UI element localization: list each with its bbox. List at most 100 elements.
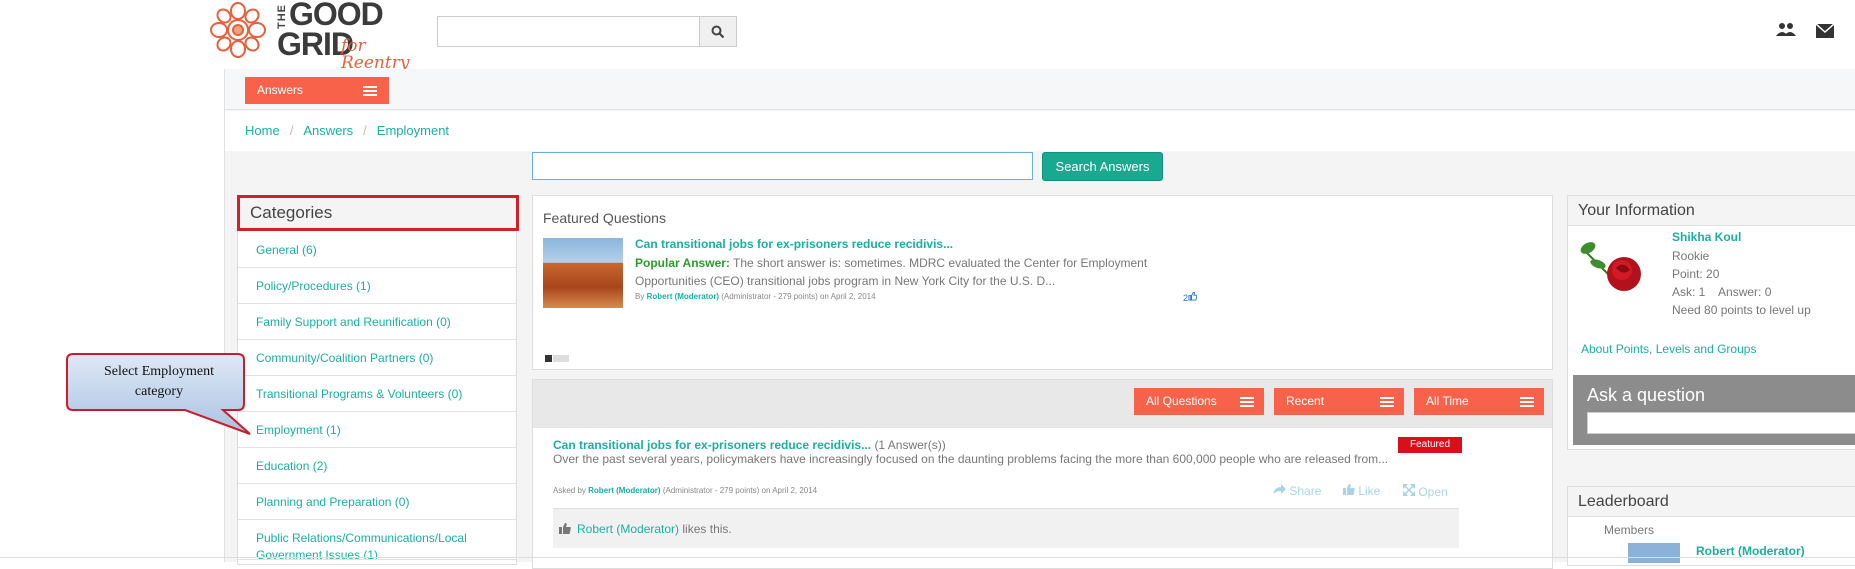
popular-answer-label: Popular Answer: <box>635 256 730 270</box>
thumbs-up-icon <box>1343 484 1355 495</box>
about-points-link[interactable]: About Points <box>1581 342 1649 356</box>
question-meta: Asked by Robert (Moderator) (Administrat… <box>553 486 817 496</box>
likes-strip: Robert (Moderator) likes this. <box>553 508 1459 548</box>
ask-question-input[interactable] <box>1587 412 1855 434</box>
site-search-input[interactable] <box>437 16 699 47</box>
hamburger-icon <box>1240 397 1254 407</box>
leaderboard-title: Leaderboard <box>1568 487 1855 517</box>
filter-all-questions-label: All Questions <box>1146 394 1217 408</box>
site-header: THE GOOD GRID for Reentry <box>0 0 1855 72</box>
categories-panel: Categories General (6) Policy/Procedures… <box>237 195 519 565</box>
leaderboard-member-link[interactable]: Robert (Moderator) <box>1696 544 1805 558</box>
your-information-title: Your Information <box>1568 196 1855 226</box>
breadcrumb-employment[interactable]: Employment <box>377 123 449 138</box>
category-item-transitional[interactable]: Transitional Programs & Volunteers (0) <box>238 376 516 412</box>
ask-question-box: Ask a question <box>1573 375 1855 445</box>
featured-author-link[interactable]: Robert (Moderator) <box>647 292 719 301</box>
levels-groups-link[interactable]: Levels and Groups <box>1656 342 1757 356</box>
user-level-up: Need 80 points to level up <box>1672 303 1811 317</box>
user-ask-answer: Ask: 1 Answer: 0 <box>1672 285 1772 299</box>
featured-meta: By Robert (Moderator) (Administrator - 2… <box>635 292 876 302</box>
featured-by: By <box>635 292 645 301</box>
expand-icon <box>1402 483 1416 497</box>
ask-question-label: Ask a question <box>1587 385 1706 405</box>
callout-text: Select Employment category <box>103 364 215 399</box>
bottom-divider <box>0 557 1855 558</box>
featured-badge: Featured <box>1398 437 1462 453</box>
site-logo[interactable]: THE GOOD GRID for Reentry <box>205 0 420 72</box>
question-asked-by: Asked by <box>553 486 586 495</box>
category-item-public-relations[interactable]: Public Relations/Communications/Local Go… <box>238 520 516 560</box>
filter-all-time-label: All Time <box>1426 394 1469 408</box>
filter-recent-button[interactable]: Recent <box>1274 388 1404 415</box>
category-item-policy[interactable]: Policy/Procedures (1) <box>238 268 516 304</box>
hamburger-icon <box>1520 397 1534 407</box>
share-button[interactable]: Share <box>1273 484 1321 498</box>
category-item-planning[interactable]: Planning and Preparation (0) <box>238 484 516 520</box>
category-item-community[interactable]: Community/Coalition Partners (0) <box>238 340 516 376</box>
hamburger-icon <box>363 86 377 96</box>
breadcrumb: Home / Answers / Employment <box>225 111 1855 151</box>
logo-tagline: for Reentry <box>341 36 410 73</box>
featured-questions-panel: Featured Questions Can transitional jobs… <box>532 195 1553 370</box>
open-label: Open <box>1418 485 1448 499</box>
question-title: Can transitional jobs for ex-prisoners r… <box>553 438 946 452</box>
filter-all-questions-button[interactable]: All Questions <box>1134 388 1264 415</box>
avatar[interactable] <box>1576 232 1650 298</box>
likes-this-text: likes this. <box>682 522 732 536</box>
user-name-link[interactable]: Shikha Koul <box>1672 229 1741 245</box>
answers-menu-button[interactable]: Answers <box>245 77 389 104</box>
featured-thumbnail[interactable] <box>543 238 623 308</box>
breadcrumb-home[interactable]: Home <box>245 123 280 138</box>
about-link-separator: , <box>1649 342 1656 356</box>
main-frame: Answers Home / Answers / Employment Search A… <box>224 69 1855 569</box>
hamburger-icon <box>1380 397 1394 407</box>
question-author-meta: (Administrator - 279 points) on April 2,… <box>662 486 818 495</box>
search-answers-button[interactable]: Search Answers <box>1042 152 1163 181</box>
answers-search-input[interactable] <box>532 152 1033 180</box>
question-excerpt: Over the past several years, policymaker… <box>553 452 1389 466</box>
share-icon <box>1273 484 1286 494</box>
filter-recent-label: Recent <box>1286 394 1325 408</box>
category-item-general[interactable]: General (6) <box>238 232 516 268</box>
share-label: Share <box>1289 484 1322 498</box>
category-item-employment[interactable]: Employment (1) <box>238 412 516 448</box>
answers-nav-bar: Answers <box>225 69 1855 110</box>
open-button[interactable]: Open <box>1402 483 1448 499</box>
site-search-button[interactable] <box>699 16 737 47</box>
featured-like-count[interactable]: 2 <box>1183 291 1198 303</box>
like-label: Like <box>1358 484 1381 498</box>
liker-link[interactable]: Robert (Moderator) <box>577 522 679 536</box>
category-item-family-support[interactable]: Family Support and Reunification (0) <box>238 304 516 340</box>
categories-title: Categories <box>237 195 519 231</box>
user-rank: Rookie <box>1672 249 1710 263</box>
question-filter-bar: All Questions Recent All Time <box>533 380 1552 428</box>
leaderboard-avatar[interactable] <box>1628 543 1680 563</box>
thumbs-up-icon <box>1188 291 1198 301</box>
featured-title: Featured Questions <box>543 210 666 226</box>
featured-popular-answer: Popular Answer: The short answer is: som… <box>635 254 1195 290</box>
featured-author-meta: (Administrator - 279 points) on April 2,… <box>721 292 876 301</box>
about-points-links: About Points, Levels and Groups <box>1581 342 1756 356</box>
category-item-education[interactable]: Education (2) <box>238 448 516 484</box>
question-title-link[interactable]: Can transitional jobs for ex-prisoners r… <box>553 438 871 452</box>
carousel-indicator[interactable] <box>545 355 569 362</box>
breadcrumb-separator: / <box>289 123 294 138</box>
thumbs-up-icon <box>559 523 571 534</box>
leaderboard-members-label: Members <box>1604 523 1655 537</box>
breadcrumb-answers[interactable]: Answers <box>303 123 353 138</box>
question-author-link[interactable]: Robert (Moderator) <box>588 486 660 495</box>
user-points: Point: 20 <box>1672 267 1720 281</box>
featured-question-link[interactable]: Can transitional jobs for ex-prisoners r… <box>635 237 953 251</box>
search-icon <box>711 25 725 38</box>
users-icon[interactable] <box>1776 22 1796 38</box>
leaderboard-panel: Leaderboard Members Robert (Moderator) <box>1567 486 1855 566</box>
answers-menu-label: Answers <box>257 83 304 97</box>
mail-icon[interactable] <box>1816 24 1834 38</box>
question-answer-count: (1 Answer(s)) <box>874 438 946 452</box>
filter-all-time-button[interactable]: All Time <box>1414 388 1544 415</box>
like-button[interactable]: Like <box>1343 484 1380 498</box>
breadcrumb-separator: / <box>363 123 367 138</box>
question-list-panel: All Questions Recent All Time Can transi… <box>532 379 1553 569</box>
your-information-panel: Your Information Shikha Koul Rookie Poin… <box>1567 195 1855 450</box>
